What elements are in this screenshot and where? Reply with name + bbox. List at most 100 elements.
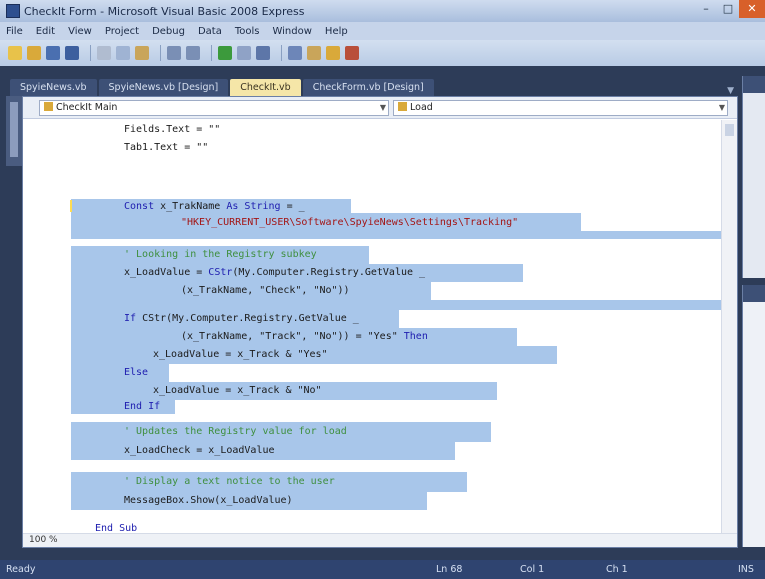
stop-icon[interactable] [256, 46, 270, 60]
code-line: x_LoadCheck = x_LoadValue [124, 445, 275, 456]
code-token: "HKEY_CURRENT_USER\Software\SpyieNews\Se… [181, 217, 519, 228]
class-icon [44, 102, 53, 111]
code-line: ' Updates the Registry value for load [124, 426, 347, 437]
tab-spyienews-code[interactable]: SpyieNews.vb [10, 79, 97, 96]
code-token: Const [124, 201, 161, 212]
code-token: Then [403, 331, 428, 342]
code-editor[interactable]: CheckIt Main ▼ Load ▼ Fields.Text = "" T… [22, 96, 738, 548]
start-debugging-icon[interactable] [218, 46, 232, 60]
toolbar-separator [281, 45, 282, 61]
code-line: x_LoadValue = CStr(My.Computer.Registry.… [124, 267, 425, 278]
standard-toolbar [0, 40, 765, 66]
char-number: Ch 1 [606, 564, 628, 575]
horizontal-scrollbar[interactable]: 100 % [23, 533, 737, 547]
status-bar: Ready Ln 68 Col 1 Ch 1 INS [0, 560, 765, 579]
code-line: Else [124, 367, 148, 378]
save-all-icon[interactable] [65, 46, 79, 60]
redo-icon[interactable] [186, 46, 200, 60]
tab-spyienews-design[interactable]: SpyieNews.vb [Design] [98, 79, 229, 96]
code-line: MessageBox.Show(x_LoadValue) [124, 495, 293, 506]
code-token: x_LoadValue = x_Track & "No" [153, 385, 322, 396]
tab-list-dropdown-icon[interactable]: ▼ [727, 86, 738, 96]
close-icon[interactable]: ✕ [739, 0, 765, 18]
solution-explorer-icon[interactable] [307, 46, 321, 60]
toolbox-tab[interactable] [10, 102, 18, 157]
status-text: Ready [6, 564, 36, 575]
menu-project[interactable]: Project [105, 26, 139, 37]
code-token: (x_TrakName, "Check", "No")) [181, 285, 350, 296]
menu-data[interactable]: Data [198, 26, 222, 37]
chevron-down-icon[interactable]: ▼ [719, 101, 725, 115]
menu-view[interactable]: View [68, 26, 92, 37]
method-name-value: Load [410, 102, 433, 113]
menu-tools[interactable]: Tools [235, 26, 260, 37]
column-number: Col 1 [520, 564, 545, 575]
code-token: ' Display a text notice to the user [124, 476, 335, 487]
code-line: Tab1.Text = "" [124, 142, 208, 153]
code-token: x_LoadValue = x_Track & "Yes" [153, 349, 328, 360]
menu-window[interactable]: Window [272, 26, 311, 37]
selection-highlight [71, 364, 169, 382]
event-icon [398, 102, 407, 111]
code-token: (My.Computer.Registry.GetValue _ [232, 267, 426, 278]
code-token: ' Looking in the Registry subkey [124, 249, 317, 260]
code-text-area[interactable]: Fields.Text = "" Tab1.Text = "" Const x_… [23, 120, 721, 535]
chevron-down-icon[interactable]: ▼ [380, 101, 386, 115]
find-icon[interactable] [288, 46, 302, 60]
new-project-icon[interactable] [8, 46, 22, 60]
panel-header [743, 285, 765, 302]
minimize-icon[interactable]: – [695, 0, 717, 18]
code-token: Else [124, 367, 149, 378]
paste-icon[interactable] [135, 46, 149, 60]
solution-explorer-panel[interactable] [742, 76, 765, 278]
class-name-combo[interactable]: CheckIt Main ▼ [39, 100, 389, 116]
code-line: x_LoadValue = x_Track & "No" [153, 385, 322, 396]
code-token: If [124, 313, 143, 324]
code-token: ' Updates the Registry value for load [124, 426, 347, 437]
line-number: Ln 68 [436, 564, 463, 575]
toolbox-icon[interactable] [345, 46, 359, 60]
code-token: MessageBox.Show(x_LoadValue) [124, 495, 293, 506]
code-token: x_LoadValue = [124, 267, 209, 278]
code-line: ' Looking in the Registry subkey [124, 249, 317, 260]
undo-icon[interactable] [167, 46, 181, 60]
zoom-level[interactable]: 100 % [29, 535, 58, 545]
maximize-icon[interactable]: □ [717, 0, 739, 18]
code-line: ' Display a text notice to the user [124, 476, 335, 487]
app-icon [6, 4, 20, 18]
save-icon[interactable] [46, 46, 60, 60]
code-line: x_LoadValue = x_Track & "Yes" [153, 349, 328, 360]
toolbar-separator [90, 45, 91, 61]
menu-edit[interactable]: Edit [36, 26, 55, 37]
copy-icon[interactable] [116, 46, 130, 60]
code-token: = _ [280, 201, 305, 212]
code-token: Fields.Text = "" [124, 124, 221, 135]
menu-file[interactable]: File [6, 26, 23, 37]
window-controls: – □ ✕ [695, 0, 765, 20]
cut-icon[interactable] [97, 46, 111, 60]
code-line: Fields.Text = "" [124, 124, 220, 135]
code-line: (x_TrakName, "Track", "No")) = "Yes" The… [181, 331, 428, 342]
code-token: (x_TrakName, "Track", "No")) = "Yes" [181, 331, 404, 342]
ide-window: CheckIt Form - Microsoft Visual Basic 20… [0, 0, 765, 579]
vertical-scrollbar[interactable] [721, 120, 737, 535]
code-line: End If [124, 401, 160, 412]
properties-icon[interactable] [326, 46, 340, 60]
toolbar-separator [211, 45, 212, 61]
selection-highlight [71, 231, 721, 239]
code-line: Const x_TrakName As String = _ [124, 201, 305, 212]
scroll-thumb[interactable] [725, 124, 734, 136]
properties-panel[interactable] [742, 285, 765, 547]
class-name-value: CheckIt Main [56, 102, 118, 113]
menu-debug[interactable]: Debug [152, 26, 185, 37]
tab-checkform-design[interactable]: CheckForm.vb [Design] [302, 79, 434, 96]
pause-icon[interactable] [237, 46, 251, 60]
toolbox-strip[interactable] [6, 96, 22, 166]
panel-header [743, 76, 765, 93]
menu-help[interactable]: Help [325, 26, 348, 37]
method-name-combo[interactable]: Load ▼ [393, 100, 728, 116]
code-token: CStr(My.Computer.Registry.GetValue _ [142, 313, 359, 324]
tab-checkit-code[interactable]: CheckIt.vb [230, 79, 301, 96]
open-folder-icon[interactable] [27, 46, 41, 60]
window-title: CheckIt Form - Microsoft Visual Basic 20… [24, 4, 305, 18]
